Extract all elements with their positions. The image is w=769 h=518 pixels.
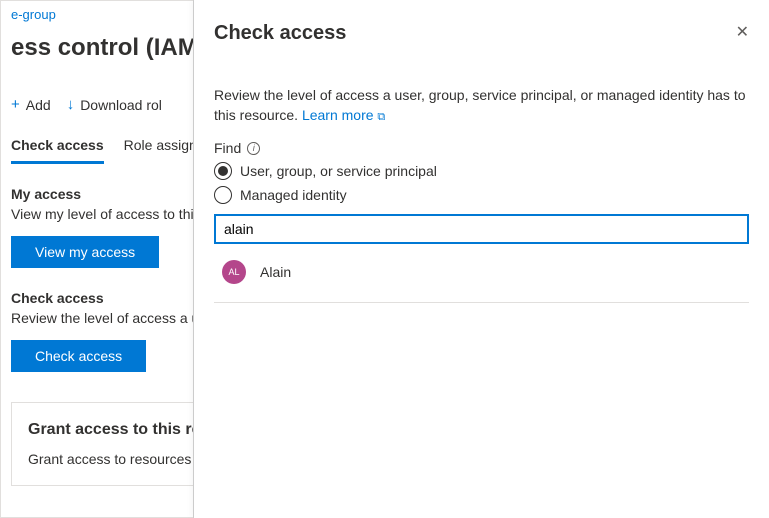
radio-user-group[interactable]: User, group, or service principal xyxy=(214,162,749,180)
search-result-item[interactable]: AL Alain xyxy=(214,258,749,286)
add-button[interactable]: + Add xyxy=(11,96,51,113)
check-access-button[interactable]: Check access xyxy=(11,340,146,372)
radio-managed-label: Managed identity xyxy=(240,187,347,203)
learn-more-link[interactable]: Learn more ⧉ xyxy=(302,107,385,123)
result-name: Alain xyxy=(260,264,291,280)
radio-icon-unchecked xyxy=(214,186,232,204)
breadcrumb-link[interactable]: e-group xyxy=(11,1,56,22)
tab-role-assign[interactable]: Role assign xyxy=(124,137,197,164)
find-text: Find xyxy=(214,140,241,156)
info-icon[interactable]: i xyxy=(247,142,260,155)
panel-desc-text: Review the level of access a user, group… xyxy=(214,87,746,123)
find-label: Find i xyxy=(214,140,749,156)
radio-managed-identity[interactable]: Managed identity xyxy=(214,186,749,204)
add-label: Add xyxy=(26,97,51,113)
search-input[interactable] xyxy=(214,214,749,244)
view-my-access-button[interactable]: View my access xyxy=(11,236,159,268)
close-icon[interactable]: ✕ xyxy=(736,22,749,42)
panel-description: Review the level of access a user, group… xyxy=(214,85,749,126)
download-icon: ↓ xyxy=(67,96,75,113)
radio-icon-checked xyxy=(214,162,232,180)
learn-more-text: Learn more xyxy=(302,107,374,123)
avatar: AL xyxy=(222,260,246,284)
divider xyxy=(214,302,749,303)
tab-check-access[interactable]: Check access xyxy=(11,137,104,164)
external-link-icon: ⧉ xyxy=(377,111,385,123)
download-label: Download rol xyxy=(80,97,162,113)
plus-icon: + xyxy=(11,96,20,113)
radio-user-label: User, group, or service principal xyxy=(240,163,437,179)
panel-title: Check access xyxy=(214,22,346,45)
check-access-panel: Check access ✕ Review the level of acces… xyxy=(193,0,769,518)
download-button[interactable]: ↓ Download rol xyxy=(67,96,162,113)
